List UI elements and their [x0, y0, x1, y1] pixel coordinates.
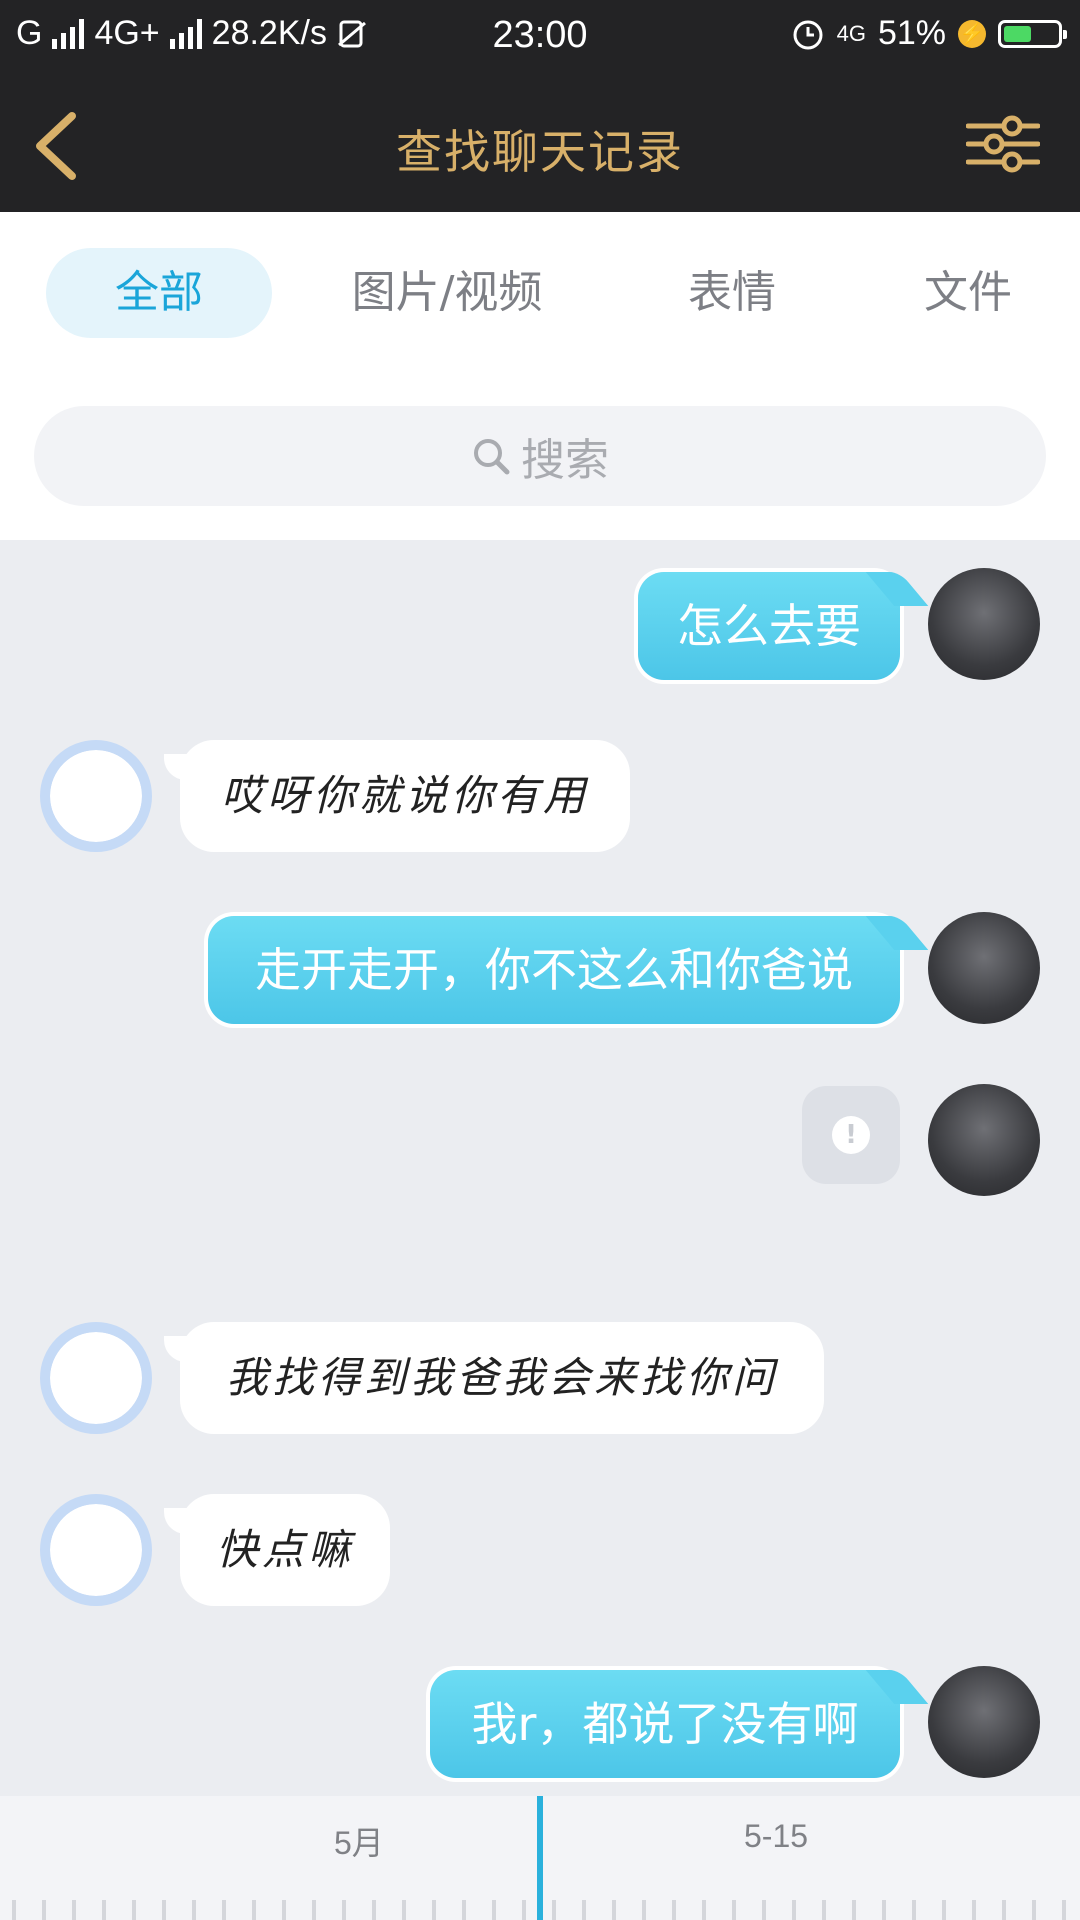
- page-title: 查找聊天记录: [396, 125, 684, 179]
- timeline-tick: [162, 1900, 166, 1920]
- timeline-tick: [912, 1900, 916, 1920]
- avatar[interactable]: [40, 740, 152, 852]
- timeline-tick: [672, 1900, 676, 1920]
- message-bubble-in[interactable]: 快点嘛: [164, 1494, 390, 1606]
- tab-images-videos[interactable]: 图片/视频: [330, 248, 564, 338]
- timeline-tick: [222, 1900, 226, 1920]
- date-timeline[interactable]: 5月 5-15: [0, 1796, 1080, 1920]
- tab-stickers[interactable]: 表情: [660, 248, 804, 338]
- tab-files[interactable]: 文件: [896, 248, 1040, 338]
- message-bubble-out[interactable]: 走开走开，你不这么和你爸说: [208, 916, 900, 1024]
- avatar[interactable]: [928, 1084, 1040, 1196]
- timeline-tick: [942, 1900, 946, 1920]
- timeline-tick: [612, 1900, 616, 1920]
- timeline-tick: [432, 1900, 436, 1920]
- timeline-cursor[interactable]: [537, 1796, 543, 1920]
- timeline-tick: [582, 1900, 586, 1920]
- message-bubble-out[interactable]: 我r，都说了没有啊: [430, 1670, 900, 1778]
- timeline-tick: [522, 1900, 526, 1920]
- timeline-tick: [342, 1900, 346, 1920]
- timeline-tick: [42, 1900, 46, 1920]
- avatar[interactable]: [928, 568, 1040, 680]
- timeline-tick: [762, 1900, 766, 1920]
- timeline-tick: [972, 1900, 976, 1920]
- avatar[interactable]: [928, 1666, 1040, 1778]
- battery-fill: [1004, 25, 1031, 42]
- message-bubble-in[interactable]: 哎呀你就说你有用: [164, 740, 630, 852]
- avatar[interactable]: [40, 1494, 152, 1606]
- warning-icon: !: [832, 1116, 870, 1154]
- timeline-tick: [792, 1900, 796, 1920]
- battery-percent: 51%: [877, 14, 946, 52]
- filter-tabs: 全部 图片/视频 表情 文件 搜索: [0, 212, 1080, 540]
- timeline-tick: [402, 1900, 406, 1920]
- timeline-tick: [642, 1900, 646, 1920]
- message-bubble-in[interactable]: 我找得到我爸我会来找你问: [164, 1322, 824, 1434]
- timeline-tick: [492, 1900, 496, 1920]
- charging-icon: ⚡: [958, 19, 986, 48]
- search-input[interactable]: 搜索: [34, 406, 1046, 506]
- network-type: 4G: [836, 20, 866, 46]
- timeline-tick: [192, 1900, 196, 1920]
- timeline-tick: [1002, 1900, 1006, 1920]
- timeline-tick: [552, 1900, 556, 1920]
- timeline-tick: [702, 1900, 706, 1920]
- timeline-tick: [132, 1900, 136, 1920]
- filter-sliders-icon[interactable]: [966, 114, 1040, 174]
- timeline-tick: [102, 1900, 106, 1920]
- timeline-tick: [822, 1900, 826, 1920]
- alarm-icon: [793, 20, 823, 49]
- timeline-tick: [252, 1900, 256, 1920]
- chat-history[interactable]: 怎么去要 哎呀你就说你有用 走开走开，你不这么和你爸说 ! 我找得到我爸我会来找…: [0, 540, 1080, 1796]
- timeline-tick: [72, 1900, 76, 1920]
- message-bubble-out[interactable]: 怎么去要: [638, 572, 900, 680]
- search-placeholder: 搜索: [521, 435, 609, 486]
- nav-bar: 查找聊天记录: [0, 76, 1080, 212]
- tab-all[interactable]: 全部: [46, 248, 272, 338]
- timeline-tick: [462, 1900, 466, 1920]
- status-bar: G 4G+ 28.2K/s 23:00 4G 51% ⚡: [0, 0, 1080, 76]
- failed-message-bubble[interactable]: !: [802, 1086, 900, 1184]
- timeline-tick: [1032, 1900, 1036, 1920]
- timeline-tick: [312, 1900, 316, 1920]
- timeline-label-month: 5月: [334, 1825, 384, 1861]
- timeline-tick: [1062, 1900, 1066, 1920]
- timeline-tick: [372, 1900, 376, 1920]
- timeline-tick: [12, 1900, 16, 1920]
- battery-icon: [998, 19, 1067, 48]
- timeline-tick: [882, 1900, 886, 1920]
- timeline-tick: [732, 1900, 736, 1920]
- timeline-label-date: 5-15: [744, 1818, 809, 1854]
- timeline-tick: [852, 1900, 856, 1920]
- timeline-tick: [282, 1900, 286, 1920]
- avatar[interactable]: [928, 912, 1040, 1024]
- status-right: 4G 51% ⚡: [791, 14, 1067, 53]
- search-icon: [474, 439, 510, 475]
- avatar[interactable]: [40, 1322, 152, 1434]
